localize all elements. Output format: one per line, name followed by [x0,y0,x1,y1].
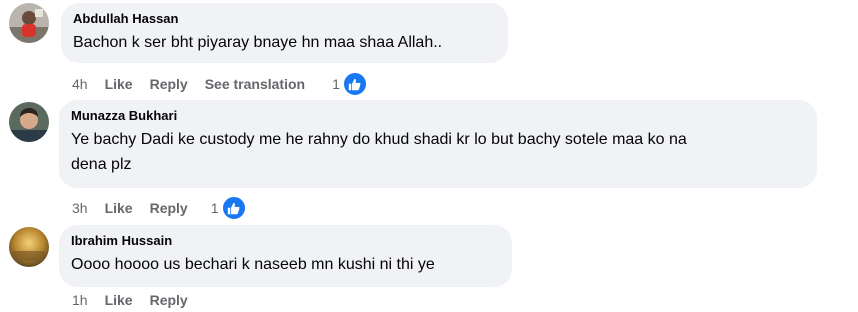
reaction-count: 1 [332,76,340,92]
comment-avatar[interactable] [9,227,49,267]
profile-photo-icon [9,227,49,267]
comment-timestamp[interactable]: 1h [72,291,88,309]
like-reaction-icon [341,71,368,97]
comment-timestamp[interactable]: 4h [72,75,88,93]
like-button[interactable]: Like [105,199,133,217]
like-button[interactable]: Like [105,291,133,309]
reply-button[interactable]: Reply [150,199,188,217]
reaction-summary[interactable]: 1 [332,71,368,97]
like-reaction-icon [220,195,247,221]
comment-bubble: Ibrahim Hussain Oooo hoooo us bechari k … [59,225,512,287]
reply-button[interactable]: Reply [150,75,188,93]
comment-actions: 1h Like Reply [72,291,205,309]
comment-text: Bachon k ser bht piyaray bnaye hn maa sh… [73,34,443,51]
profile-photo-icon [9,102,49,142]
comment-author-name[interactable]: Ibrahim Hussain [71,233,500,249]
comment-actions: 4h Like Reply See translation 1 [72,71,368,97]
see-translation-link[interactable]: See translation [205,75,305,93]
comment-text: Oooo hoooo us bechari k naseeb mn kushi … [71,256,435,273]
comment-text-line: dena plz [71,156,132,173]
comment-text-line: Ye bachy Dadi ke custody me he rahny do … [71,131,687,148]
reaction-summary[interactable]: 1 [211,195,247,221]
comment-author-name[interactable]: Abdullah Hassan [73,11,496,27]
comment-bubble: Munazza Bukhari Ye bachy Dadi ke custody… [59,100,817,188]
like-button[interactable]: Like [105,75,133,93]
comment-bubble: Abdullah Hassan Bachon k ser bht piyaray… [61,3,508,63]
comment-timestamp[interactable]: 3h [72,199,88,217]
comment-avatar[interactable] [9,102,49,142]
reply-button[interactable]: Reply [150,291,188,309]
comment-actions: 3h Like Reply 1 [72,195,247,221]
profile-photo-icon [9,3,49,43]
reaction-count: 1 [210,200,219,216]
comment-author-name[interactable]: Munazza Bukhari [71,108,805,124]
comment-avatar[interactable] [9,3,49,43]
